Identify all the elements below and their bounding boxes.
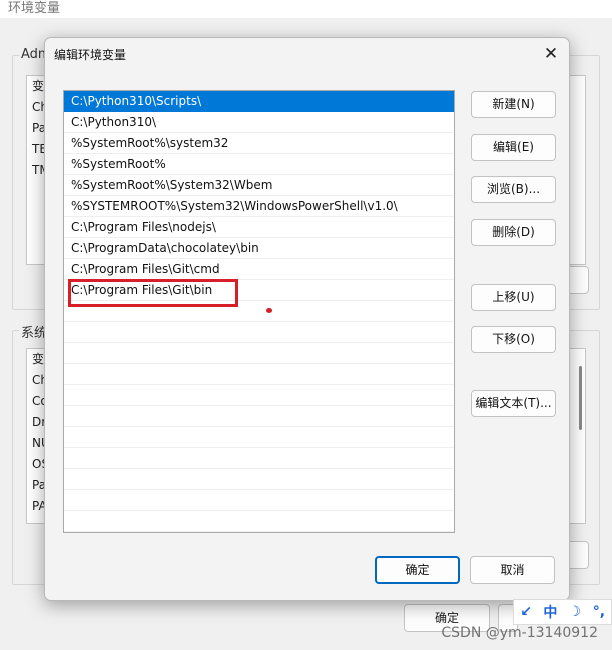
path-list-item[interactable]: C:\Python310\Scripts\: [64, 91, 454, 112]
ime-toolbar: ↙ 中 ☽ °,: [513, 599, 612, 625]
empty-list-row[interactable]: [64, 322, 454, 343]
delete-button[interactable]: 删除(D): [471, 219, 556, 246]
cancel-button[interactable]: 取消: [470, 556, 555, 584]
close-button[interactable]: ✕: [539, 43, 563, 65]
path-list-item[interactable]: %SystemRoot%: [64, 154, 454, 175]
new-button[interactable]: 新建(N): [471, 91, 556, 118]
empty-list-row[interactable]: [64, 427, 454, 448]
path-list[interactable]: C:\Python310\Scripts\ C:\Python310\ %Sys…: [63, 90, 455, 533]
path-list-item[interactable]: C:\Program Files\Git\cmd: [64, 259, 454, 280]
empty-list-row[interactable]: [64, 511, 454, 532]
path-list-item[interactable]: %SYSTEMROOT%\System32\WindowsPowerShell\…: [64, 196, 454, 217]
edit-text-button[interactable]: 编辑文本(T)...: [471, 390, 556, 417]
path-list-item[interactable]: C:\Program Files\nodejs\: [64, 217, 454, 238]
annotation-dot: [266, 308, 272, 313]
edit-environment-variable-dialog: 编辑环境变量 ✕ C:\Python310\Scripts\ C:\Python…: [44, 37, 570, 601]
empty-list-row[interactable]: [64, 343, 454, 364]
ime-punctuation-icon[interactable]: °,: [589, 604, 609, 620]
ok-button[interactable]: 确定: [375, 556, 460, 584]
path-list-item[interactable]: C:\ProgramData\chocolatey\bin: [64, 238, 454, 259]
empty-list-row[interactable]: [64, 448, 454, 469]
background-window-title: 环境变量: [8, 1, 61, 16]
path-list-item[interactable]: C:\Python310\: [64, 112, 454, 133]
empty-list-row[interactable]: [64, 490, 454, 511]
edit-button[interactable]: 编辑(E): [471, 134, 556, 161]
move-up-button[interactable]: 上移(U): [471, 284, 556, 311]
dialog-title: 编辑环境变量: [54, 48, 127, 62]
browse-button[interactable]: 浏览(B)...: [471, 176, 556, 203]
system-variables-scrollbar[interactable]: [579, 366, 582, 430]
background-titlebar: 环境变量: [0, 0, 612, 18]
empty-list-row[interactable]: [64, 469, 454, 490]
path-list-item[interactable]: %SystemRoot%\System32\Wbem: [64, 175, 454, 196]
move-down-button[interactable]: 下移(O): [471, 326, 556, 353]
path-list-item[interactable]: %SystemRoot%\system32: [64, 133, 454, 154]
ime-half-width-icon[interactable]: ☽: [565, 604, 585, 620]
empty-list-row[interactable]: [64, 385, 454, 406]
ime-chinese-mode-icon[interactable]: 中: [540, 602, 560, 622]
watermark: CSDN @ym-13140912: [441, 625, 598, 641]
empty-list-row[interactable]: [64, 406, 454, 427]
highlight-annotation-box: [68, 279, 238, 307]
empty-list-row[interactable]: [64, 364, 454, 385]
ime-collapse-icon[interactable]: ↙: [516, 604, 536, 620]
close-icon: ✕: [543, 44, 559, 64]
